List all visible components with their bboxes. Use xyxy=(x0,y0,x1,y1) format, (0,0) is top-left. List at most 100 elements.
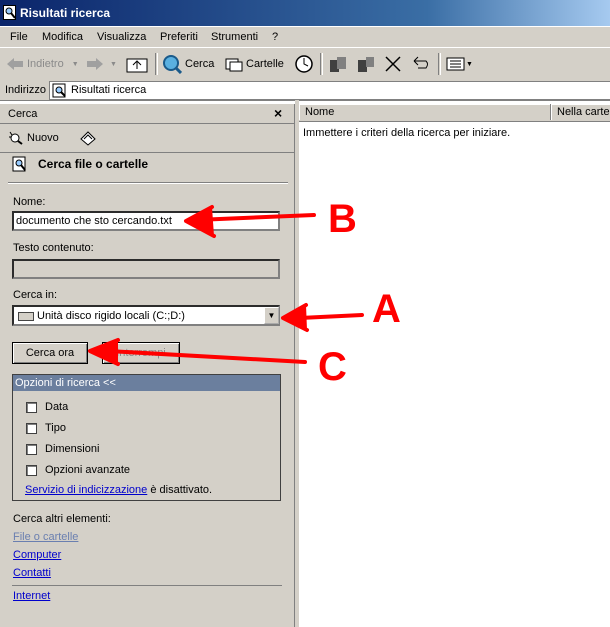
advanced-label: Opzioni avanzate xyxy=(45,464,130,476)
search-results-icon xyxy=(52,83,66,98)
search-options-panel: Opzioni di ricerca << Data Tipo Dimensio… xyxy=(12,374,281,501)
link-computer[interactable]: Computer xyxy=(13,549,61,561)
date-label: Data xyxy=(45,401,69,413)
date-checkbox[interactable] xyxy=(26,401,37,413)
text-content-label: Testo contenuto: xyxy=(13,242,94,254)
stop-button[interactable]: Interrompi xyxy=(102,342,180,364)
search-now-button[interactable]: Cerca ora xyxy=(12,342,88,364)
link-contacts[interactable]: Contatti xyxy=(13,567,51,579)
search-pane: Cerca × Nuovo Cerca file o cartelle Nome… xyxy=(0,104,295,627)
address-value: Risultati ricerca xyxy=(71,84,147,96)
indexing-status: Servizio di indicizzazione è disattivato… xyxy=(25,484,212,496)
folders-button[interactable]: Cartelle xyxy=(225,54,284,74)
search-pane-toolbar: Nuovo xyxy=(0,124,294,153)
search-heading: Cerca file o cartelle xyxy=(12,156,148,172)
search-window-icon xyxy=(3,5,16,20)
move-to-button[interactable] xyxy=(328,54,348,74)
close-icon[interactable]: × xyxy=(274,105,282,121)
name-label: Nome: xyxy=(13,196,46,208)
size-label: Dimensioni xyxy=(45,443,100,455)
menu-file[interactable]: File xyxy=(10,31,28,43)
views-icon xyxy=(446,57,465,71)
menu-help[interactable]: ? xyxy=(272,31,278,43)
views-button[interactable]: ▼ xyxy=(446,54,473,74)
folders-icon xyxy=(225,58,243,72)
link-internet[interactable]: Internet xyxy=(13,590,50,602)
look-in-label: Cerca in: xyxy=(13,289,58,301)
size-checkbox[interactable] xyxy=(26,443,37,455)
up-folder-button[interactable] xyxy=(126,54,148,74)
search-icon xyxy=(163,55,182,74)
advanced-checkbox[interactable] xyxy=(26,464,37,476)
search-button[interactable]: Cerca xyxy=(162,54,214,74)
menu-visualizza[interactable]: Visualizza xyxy=(97,31,146,43)
option-date[interactable]: Data xyxy=(26,401,68,413)
copy-to-icon xyxy=(358,57,374,72)
option-size[interactable]: Dimensioni xyxy=(26,443,99,455)
menu-bar: File Modifica Visualizza Preferiti Strum… xyxy=(0,27,610,47)
address-field[interactable]: Risultati ricerca xyxy=(49,81,610,100)
history-icon xyxy=(295,55,313,73)
search-heading-text: Cerca file o cartelle xyxy=(38,157,149,171)
new-search-button[interactable]: Nuovo xyxy=(8,131,59,145)
name-input[interactable]: documento che sto cercando.txt xyxy=(12,211,280,231)
move-to-icon xyxy=(330,57,346,72)
address-bar: Indirizzo Risultati ricerca xyxy=(0,81,610,101)
forward-button[interactable]: ▼ xyxy=(86,54,117,74)
results-column-headers: Nome Nella cartella xyxy=(299,104,610,122)
menu-preferiti[interactable]: Preferiti xyxy=(160,31,198,43)
menu-modifica[interactable]: Modifica xyxy=(42,31,83,43)
option-type[interactable]: Tipo xyxy=(26,422,66,434)
folders-label: Cartelle xyxy=(246,58,284,70)
toolbar: Indietro ▼ ▼ Cerca Cartelle ▼ xyxy=(0,47,610,82)
title-bar[interactable]: Risultati ricerca xyxy=(0,0,610,26)
link-files-folders[interactable]: File o cartelle xyxy=(13,531,78,543)
copy-to-button[interactable] xyxy=(356,54,376,74)
results-pane: Nome Nella cartella Immettere i criteri … xyxy=(299,104,610,627)
history-button[interactable] xyxy=(294,54,314,74)
back-dropdown-icon[interactable]: ▼ xyxy=(72,61,79,68)
delete-icon xyxy=(385,56,401,72)
folder-up-icon xyxy=(126,58,148,73)
look-in-select[interactable]: Unità disco rigido locali (C:;D:) ▼ xyxy=(12,305,280,326)
search-files-icon xyxy=(12,156,26,172)
type-checkbox[interactable] xyxy=(26,422,37,434)
search-now-label: Cerca ora xyxy=(25,347,75,359)
column-name[interactable]: Nome xyxy=(299,104,551,120)
undo-icon xyxy=(413,56,428,69)
views-dropdown-icon[interactable]: ▼ xyxy=(466,61,473,68)
text-content-input[interactable] xyxy=(12,259,280,279)
name-input-value: documento che sto cercando.txt xyxy=(16,215,172,227)
search-label: Cerca xyxy=(185,58,215,70)
column-folder-label: Nella cartella xyxy=(557,106,610,118)
chevron-down-icon[interactable]: ▼ xyxy=(264,307,279,324)
back-label: Indietro xyxy=(27,58,64,70)
help-book-icon[interactable] xyxy=(79,130,97,146)
search-options-header[interactable]: Opzioni di ricerca << xyxy=(13,375,280,391)
stop-label: Interrompi xyxy=(116,347,166,359)
other-items-label: Cerca altri elementi: xyxy=(13,513,111,525)
search-pane-title: Cerca xyxy=(8,108,38,120)
look-in-value: Unità disco rigido locali (C:;D:) xyxy=(37,310,185,322)
new-search-label: Nuovo xyxy=(27,132,59,144)
results-message: Immettere i criteri della ricerca per in… xyxy=(303,127,511,139)
column-name-label: Nome xyxy=(305,106,335,118)
back-arrow-icon xyxy=(7,58,23,70)
indexing-status-text: è disattivato. xyxy=(147,484,213,496)
divider xyxy=(8,182,288,184)
forward-dropdown-icon[interactable]: ▼ xyxy=(110,61,117,68)
search-pane-header: Cerca × xyxy=(0,104,294,124)
undo-button[interactable] xyxy=(410,54,430,74)
indexing-service-link[interactable]: Servizio di indicizzazione xyxy=(25,484,147,496)
search-options-title: Opzioni di ricerca << xyxy=(15,377,116,389)
address-label: Indirizzo xyxy=(5,84,46,96)
forward-arrow-icon xyxy=(87,58,103,70)
back-button[interactable]: Indietro ▼ xyxy=(6,54,79,74)
delete-button[interactable] xyxy=(384,54,402,74)
new-search-icon xyxy=(9,131,23,145)
option-advanced[interactable]: Opzioni avanzate xyxy=(26,464,130,476)
window-title: Risultati ricerca xyxy=(20,6,111,20)
hard-drive-icon xyxy=(18,312,34,321)
column-folder[interactable]: Nella cartella xyxy=(551,104,610,120)
menu-strumenti[interactable]: Strumenti xyxy=(211,31,258,43)
